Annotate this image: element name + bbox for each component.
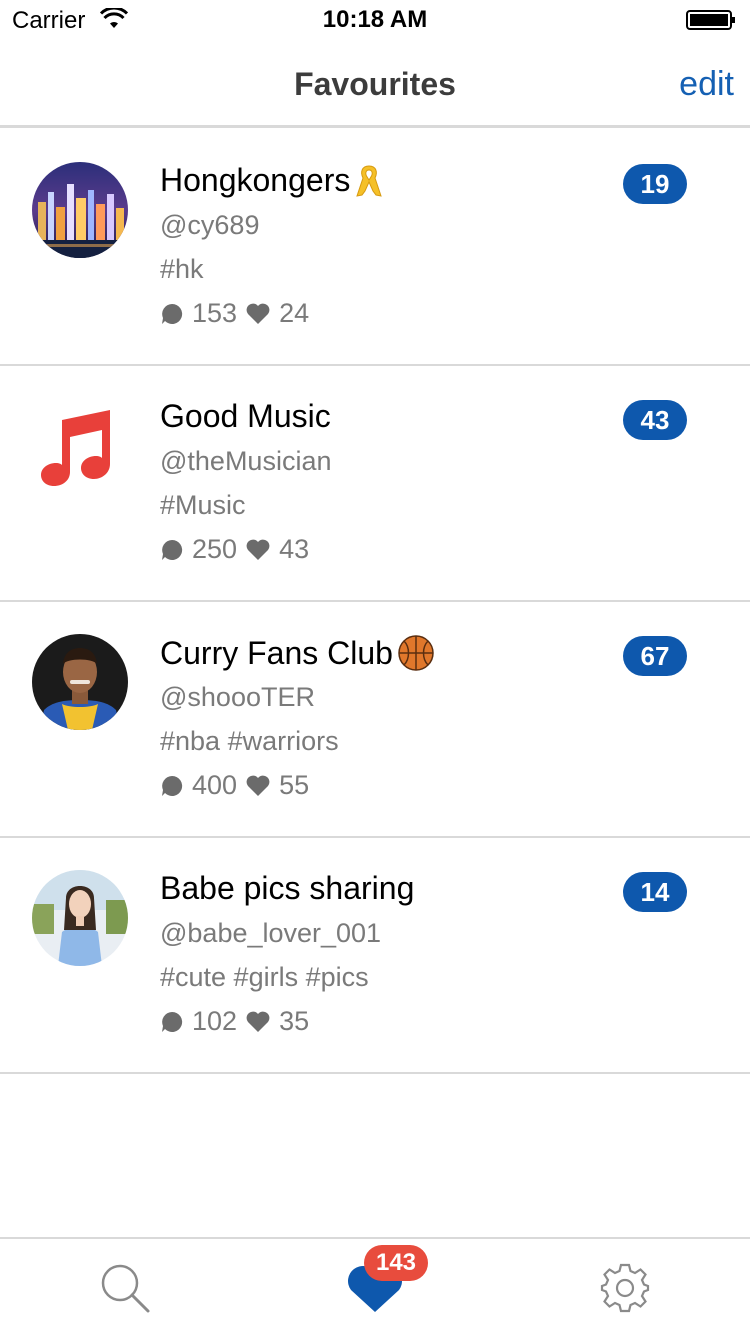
comment-count: 153 xyxy=(192,298,238,328)
avatar xyxy=(32,634,128,730)
group-tags: #cute #girls #pics xyxy=(160,962,369,992)
heart-icon xyxy=(246,1011,270,1032)
comment-icon xyxy=(162,775,183,796)
list-item[interactable]: Curry Fans Club @shoooTER #nba #warriors… xyxy=(0,602,750,838)
comment-count: 102 xyxy=(192,1006,238,1036)
comment-count: 250 xyxy=(192,534,238,564)
group-tags: #Music xyxy=(160,490,246,520)
player-photo-icon xyxy=(32,634,128,730)
group-handle: @shoooTER xyxy=(160,682,315,712)
group-title-text: Hongkongers xyxy=(160,162,351,198)
heart-icon xyxy=(246,303,270,324)
comment-count: 400 xyxy=(192,770,238,800)
unread-count-badge[interactable]: 67 xyxy=(623,636,687,676)
status-time: 10:18 AM xyxy=(322,6,428,33)
like-count: 55 xyxy=(279,770,310,800)
heart-icon xyxy=(246,775,270,796)
person-photo-icon xyxy=(32,870,128,966)
unread-count-badge[interactable]: 43 xyxy=(623,400,687,440)
unread-count-badge[interactable]: 14 xyxy=(623,872,687,912)
list-item[interactable]: Hongkongers @cy689 #hk 153 24 19 xyxy=(0,130,750,366)
edit-button[interactable]: edit xyxy=(679,65,734,104)
group-handle: @cy689 xyxy=(160,210,260,240)
list-item[interactable]: Good Music @theMusician #Music 250 43 43 xyxy=(0,366,750,602)
comment-icon xyxy=(162,303,183,324)
ribbon-icon xyxy=(356,164,383,197)
group-title-text: Good Music xyxy=(160,398,331,434)
group-handle: @babe_lover_001 xyxy=(160,918,382,948)
comment-icon xyxy=(162,1011,183,1032)
navigation-bar: Favourites edit xyxy=(0,40,750,128)
comment-icon xyxy=(162,539,183,560)
tab-settings[interactable] xyxy=(500,1239,750,1334)
favourites-count-badge: 143 xyxy=(364,1245,428,1281)
tab-search[interactable] xyxy=(0,1239,250,1334)
like-count: 35 xyxy=(279,1006,310,1036)
group-title-text: Curry Fans Club xyxy=(160,634,393,671)
group-stats: 102 35 xyxy=(160,1006,317,1037)
like-count: 43 xyxy=(279,534,310,564)
avatar xyxy=(32,870,128,966)
unread-count-badge[interactable]: 19 xyxy=(623,164,687,204)
group-title: Curry Fans Club xyxy=(160,634,435,672)
city-night-photo-icon xyxy=(32,162,128,258)
group-stats: 153 24 xyxy=(160,298,317,329)
group-title: Good Music xyxy=(160,398,331,435)
search-icon xyxy=(101,1264,150,1312)
gear-icon xyxy=(600,1263,650,1312)
group-stats: 400 55 xyxy=(160,770,317,801)
favourites-list: Hongkongers @cy689 #hk 153 24 19 Good Mu… xyxy=(0,130,750,1074)
heart-icon xyxy=(246,539,270,560)
group-title: Babe pics sharing xyxy=(160,870,414,907)
list-item[interactable]: Babe pics sharing @babe_lover_001 #cute … xyxy=(0,838,750,1074)
group-handle: @theMusician xyxy=(160,446,332,476)
group-title: Hongkongers xyxy=(160,162,384,199)
group-tags: #nba #warriors xyxy=(160,726,339,756)
group-stats: 250 43 xyxy=(160,534,317,565)
page-title: Favourites xyxy=(294,66,456,102)
music-note-icon xyxy=(41,410,110,486)
group-title-text: Babe pics sharing xyxy=(160,870,415,906)
battery-icon xyxy=(686,10,735,30)
status-bar: Carrier 10:18 AM xyxy=(0,0,750,40)
group-tags: #hk xyxy=(160,254,204,284)
basketball-icon xyxy=(398,635,434,671)
like-count: 24 xyxy=(279,298,310,328)
avatar xyxy=(32,162,128,258)
